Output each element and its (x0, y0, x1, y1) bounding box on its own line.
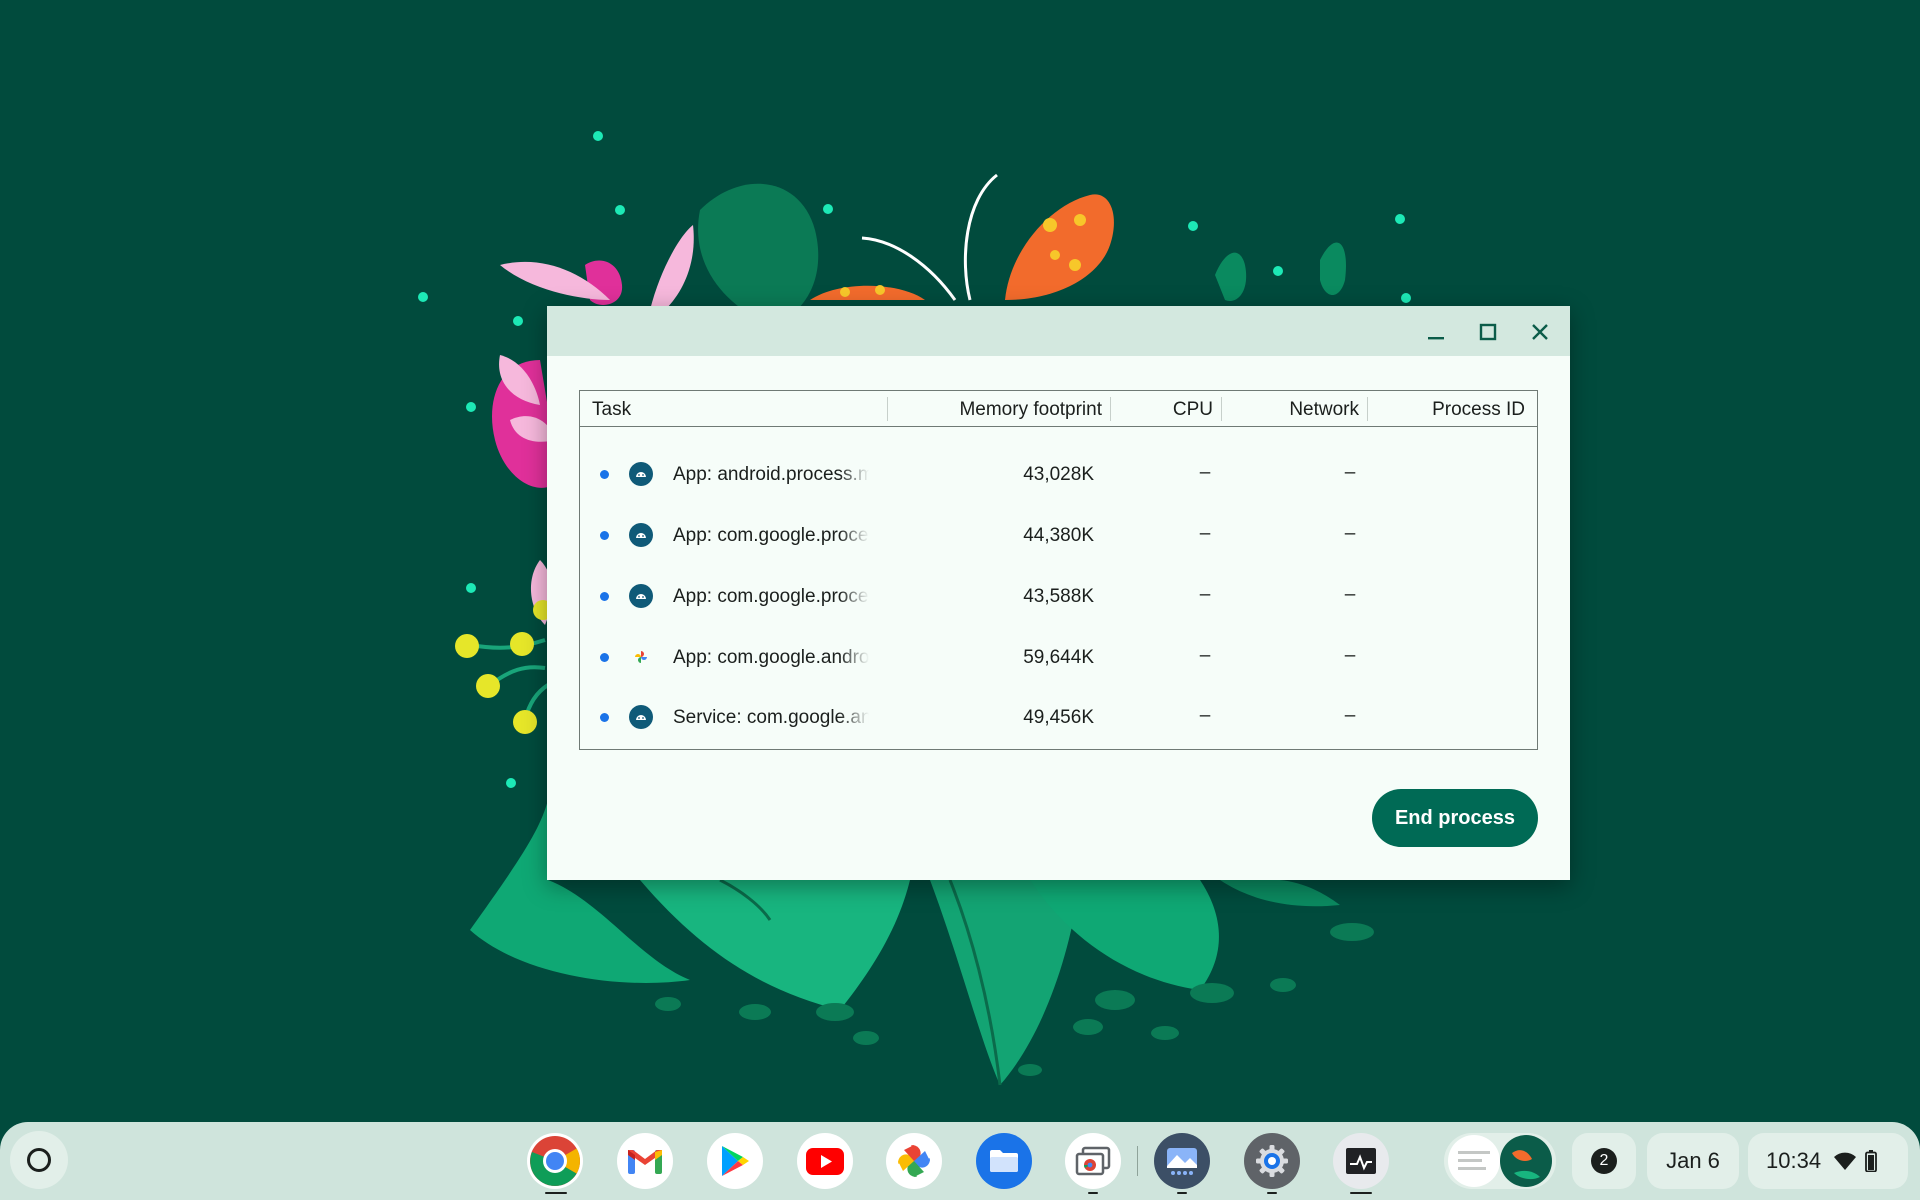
title-bar[interactable] (547, 306, 1570, 356)
memory-value: 44,380K (1023, 525, 1094, 546)
column-header-network[interactable]: Network (1289, 399, 1359, 421)
android-icon (629, 462, 653, 486)
running-indicator (1177, 1192, 1187, 1194)
column-header-process-id[interactable]: Process ID (1432, 399, 1525, 421)
close-button[interactable] (1524, 316, 1556, 348)
network-value: – (1344, 523, 1356, 544)
network-value: – (1344, 584, 1356, 605)
cpu-value: – (1199, 523, 1211, 544)
status-dot (600, 470, 609, 479)
minimize-icon (1428, 337, 1444, 340)
maximize-button[interactable] (1472, 316, 1504, 348)
status-dot (600, 592, 609, 601)
calendar-button[interactable]: Jan 6 (1647, 1133, 1739, 1189)
running-indicator (1088, 1192, 1098, 1194)
task-manager-icon[interactable] (1333, 1133, 1389, 1189)
task-name: App: com.google.process.gapps (673, 525, 869, 546)
running-indicator (545, 1192, 567, 1194)
column-separator[interactable] (1221, 397, 1222, 421)
running-indicator (1350, 1192, 1372, 1194)
google-photos-icon (629, 645, 653, 669)
task-manager-window: Task Memory footprint CPU Network Proces… (547, 306, 1570, 880)
process-table: Task Memory footprint CPU Network Proces… (579, 390, 1538, 750)
shelf-separator (1137, 1146, 1138, 1176)
time-label: 10:34 (1766, 1148, 1822, 1173)
google-photos-icon[interactable] (886, 1133, 942, 1189)
status-dot (600, 713, 609, 722)
memory-value: 49,456K (1023, 707, 1094, 728)
cpu-value: – (1199, 705, 1211, 726)
cpu-value: – (1199, 645, 1211, 666)
play-store-icon[interactable] (707, 1133, 763, 1189)
launcher-button[interactable] (10, 1131, 68, 1189)
battery-icon (1865, 1150, 1877, 1172)
table-row[interactable]: App: android.process.media 43,028K – – (580, 451, 1537, 497)
settings-icon[interactable] (1244, 1133, 1300, 1189)
android-icon (629, 705, 653, 729)
column-separator[interactable] (887, 397, 888, 421)
thumbnail-image (1448, 1135, 1552, 1187)
screen-share-icon[interactable] (1065, 1133, 1121, 1189)
chrome-icon[interactable] (527, 1133, 583, 1189)
table-row[interactable]: App: com.google.android.apps.photos 59,6… (580, 634, 1537, 680)
holding-space-thumbnails[interactable] (1444, 1133, 1556, 1189)
cpu-value: – (1199, 584, 1211, 605)
end-process-button[interactable]: End process (1372, 789, 1538, 847)
launcher-icon (27, 1148, 51, 1172)
column-separator[interactable] (1110, 397, 1111, 421)
gmail-icon[interactable] (617, 1133, 673, 1189)
running-indicator (1267, 1192, 1277, 1194)
notification-count: 2 (1591, 1148, 1617, 1174)
task-name: Service: com.google.android.gms (673, 707, 869, 728)
status-area-button[interactable]: 10:34 (1748, 1133, 1908, 1189)
android-icon (629, 584, 653, 608)
task-name: App: android.process.media (673, 464, 869, 485)
wifi-icon (1834, 1152, 1857, 1170)
minimize-button[interactable] (1420, 316, 1452, 348)
memory-value: 43,028K (1023, 464, 1094, 485)
column-header-task[interactable]: Task (592, 399, 631, 421)
maximize-icon (1479, 323, 1497, 341)
column-header-cpu[interactable]: CPU (1173, 399, 1213, 421)
table-header: Task Memory footprint CPU Network Proces… (580, 391, 1537, 427)
files-icon[interactable] (976, 1133, 1032, 1189)
status-dot (600, 531, 609, 540)
table-row[interactable]: Service: com.google.android.gms 49,456K … (580, 694, 1537, 740)
status-dot (600, 653, 609, 662)
task-name: App: com.google.process.gservices (673, 586, 869, 607)
cpu-value: – (1199, 462, 1211, 483)
column-header-memory[interactable]: Memory footprint (959, 399, 1102, 421)
youtube-icon[interactable] (797, 1133, 853, 1189)
network-value: – (1344, 645, 1356, 666)
memory-value: 43,588K (1023, 586, 1094, 607)
table-row[interactable]: App: com.google.process.gservices 43,588… (580, 573, 1537, 619)
notification-center-button[interactable]: 2 (1572, 1133, 1636, 1189)
task-name: App: com.google.android.apps.photos (673, 647, 869, 668)
shelf: 2 Jan 6 10:34 (0, 1122, 1920, 1200)
column-separator[interactable] (1367, 397, 1368, 421)
network-value: – (1344, 705, 1356, 726)
table-row[interactable]: App: com.google.process.gapps 44,380K – … (580, 512, 1537, 558)
memory-value: 59,644K (1023, 647, 1094, 668)
network-value: – (1344, 462, 1356, 483)
android-icon (629, 523, 653, 547)
date-label: Jan 6 (1666, 1148, 1720, 1173)
close-icon (1532, 324, 1548, 340)
gallery-icon[interactable] (1154, 1133, 1210, 1189)
